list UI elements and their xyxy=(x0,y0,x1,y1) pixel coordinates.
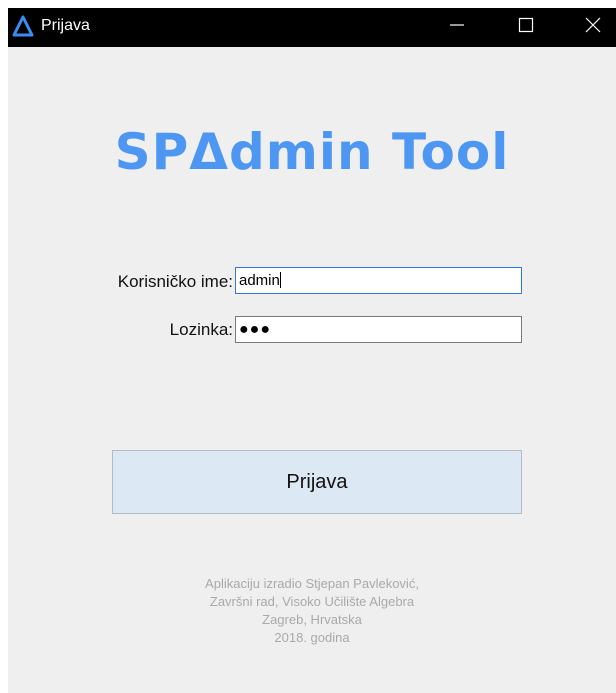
footer-line-year: 2018. godina xyxy=(274,630,350,645)
window-title: Prijava xyxy=(41,17,90,34)
text-caret xyxy=(279,272,281,288)
app-logo-title: SPΔdmin Tool xyxy=(114,123,510,181)
username-value: admin xyxy=(239,272,280,289)
minimize-icon xyxy=(449,17,465,38)
username-label: Korisničko ime: xyxy=(117,272,233,291)
password-input[interactable]: ●●● xyxy=(235,316,522,343)
title-bar[interactable]: Prijava xyxy=(8,8,616,47)
minimize-button[interactable] xyxy=(434,8,480,47)
delta-logo-icon xyxy=(12,15,34,37)
username-input[interactable]: admin xyxy=(235,267,522,294)
footer-line-location: Zagreb, Hrvatska xyxy=(262,612,362,627)
password-label: Lozinka: xyxy=(169,320,233,339)
login-button[interactable]: Prijava xyxy=(112,450,522,514)
footer-line-thesis: Završni rad, Visoko Učilište Algebra xyxy=(209,594,415,609)
close-button[interactable] xyxy=(570,8,616,47)
maximize-icon xyxy=(518,17,534,38)
footer-credits: Aplikaciju izradio Stjepan Pavleković, Z… xyxy=(8,575,616,647)
login-button-label: Prijava xyxy=(286,470,348,493)
maximize-button[interactable] xyxy=(503,8,549,47)
password-mask: ●●● xyxy=(239,321,271,338)
login-window: Prijava SPΔdmin Tool Korisničko ime: adm… xyxy=(8,8,616,693)
footer-line-author: Aplikaciju izradio Stjepan Pavleković, xyxy=(205,576,419,591)
close-icon xyxy=(585,17,601,38)
